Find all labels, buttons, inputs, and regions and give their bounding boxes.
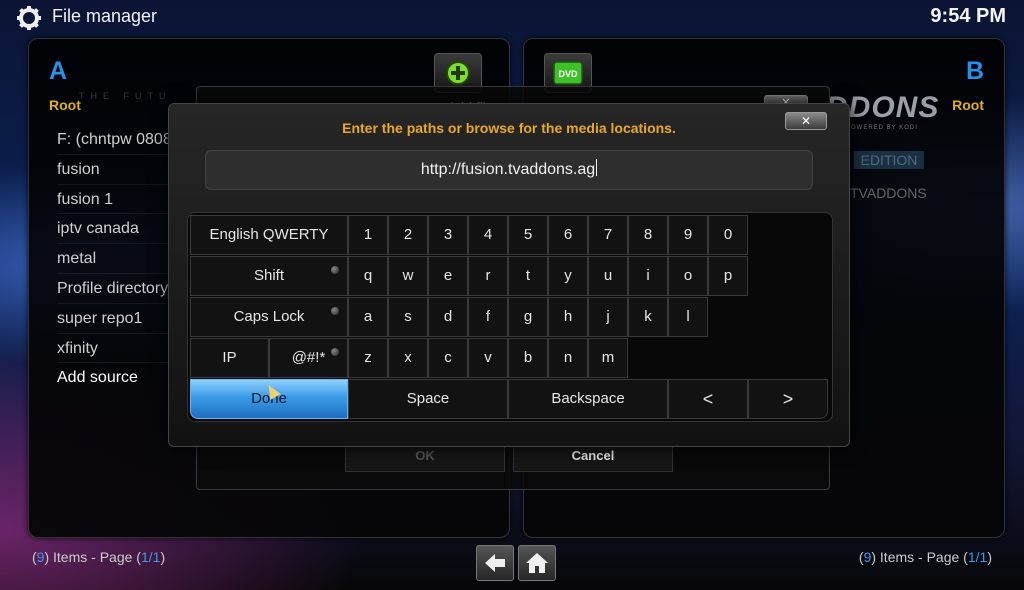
app-title: File manager	[52, 6, 158, 26]
key-w[interactable]: w	[388, 256, 428, 296]
key-m[interactable]: m	[588, 338, 628, 378]
shift-indicator-icon	[331, 266, 339, 274]
key-q[interactable]: q	[348, 256, 388, 296]
home-icon	[526, 553, 548, 573]
key-d[interactable]: d	[428, 297, 468, 337]
key-2[interactable]: 2	[388, 215, 428, 255]
key-1[interactable]: 1	[348, 215, 388, 255]
key-8[interactable]: 8	[628, 215, 668, 255]
caps-lock-key[interactable]: Caps Lock	[190, 297, 348, 337]
items-page-label: Items - Page	[53, 549, 133, 565]
path-input-value: http://fusion.tvaddons.ag	[420, 161, 596, 178]
page-indicator: 1/1	[140, 549, 161, 565]
item-count: 9	[36, 549, 45, 565]
top-bar: File manager 9:54 PM	[0, 0, 1024, 34]
key-j[interactable]: j	[588, 297, 628, 337]
keyboard-close-button[interactable]: ✕	[785, 112, 827, 130]
key-h[interactable]: h	[548, 297, 588, 337]
key-0[interactable]: 0	[708, 215, 748, 255]
clock: 9:54 PM	[930, 5, 1006, 27]
symbols-key[interactable]: @#!*	[269, 338, 348, 378]
key-f[interactable]: f	[468, 297, 508, 337]
path-input[interactable]: http://fusion.tvaddons.ag	[205, 150, 813, 190]
shift-key[interactable]: Shift	[190, 256, 348, 296]
key-o[interactable]: o	[668, 256, 708, 296]
shift-key-label: Shift	[253, 267, 284, 284]
items-page-label: Items - Page	[879, 549, 960, 565]
key-i[interactable]: i	[628, 256, 668, 296]
key-x[interactable]: x	[388, 338, 428, 378]
pane-letter-b: B	[965, 57, 984, 85]
key-l[interactable]: l	[668, 297, 708, 337]
key-v[interactable]: v	[468, 338, 508, 378]
text-caret	[596, 159, 598, 176]
pane-root-label: Root	[952, 97, 984, 113]
keyboard: English QWERTY 1 2 3 4 5 6 7 8 9 0 Shift…	[187, 212, 833, 422]
key-5[interactable]: 5	[508, 215, 548, 255]
key-a[interactable]: a	[348, 297, 388, 337]
key-n[interactable]: n	[548, 338, 588, 378]
symbols-indicator-icon	[331, 348, 339, 356]
svg-text:DVD: DVD	[558, 69, 578, 79]
back-button[interactable]	[476, 545, 514, 581]
key-7[interactable]: 7	[588, 215, 628, 255]
key-p[interactable]: p	[708, 256, 748, 296]
space-key[interactable]: Space	[348, 379, 508, 419]
cursor-right-key[interactable]: >	[748, 379, 828, 419]
key-c[interactable]: c	[428, 338, 468, 378]
key-6[interactable]: 6	[548, 215, 588, 255]
key-e[interactable]: e	[428, 256, 468, 296]
key-b[interactable]: b	[508, 338, 548, 378]
right-pane-footer: (9) Items - Page (1/1)	[858, 549, 992, 565]
key-s[interactable]: s	[388, 297, 428, 337]
key-z[interactable]: z	[348, 338, 388, 378]
layout-key[interactable]: English QWERTY	[190, 215, 348, 255]
background-watermark: THE FUTU	[79, 91, 172, 101]
back-arrow-icon	[485, 554, 505, 572]
left-pane-footer: (9) Items - Page (1/1)	[32, 549, 166, 565]
backspace-key[interactable]: Backspace	[508, 379, 668, 419]
key-t[interactable]: t	[508, 256, 548, 296]
key-9[interactable]: 9	[668, 215, 708, 255]
pane-root-label: Root	[49, 97, 81, 113]
page-indicator: 1/1	[967, 549, 988, 565]
logo-subtitle: POWERED BY KODI	[846, 125, 918, 131]
key-4[interactable]: 4	[468, 215, 508, 255]
caps-lock-key-label: Caps Lock	[233, 308, 305, 325]
cursor-left-key[interactable]: <	[668, 379, 748, 419]
brand-label: TVADDONS	[850, 185, 927, 201]
gear-icon	[17, 6, 41, 30]
ip-key[interactable]: IP	[190, 338, 269, 378]
keyboard-heading: Enter the paths or browse for the media …	[342, 120, 676, 136]
key-3[interactable]: 3	[428, 215, 468, 255]
edition-label: EDITION	[854, 151, 924, 169]
item-count: 9	[863, 549, 872, 565]
symbols-key-label: @#!*	[291, 349, 326, 366]
key-g[interactable]: g	[508, 297, 548, 337]
key-r[interactable]: r	[468, 256, 508, 296]
key-y[interactable]: y	[548, 256, 588, 296]
key-k[interactable]: k	[628, 297, 668, 337]
pane-letter-a: A	[49, 57, 68, 85]
caps-lock-indicator-icon	[331, 307, 339, 315]
home-button[interactable]	[518, 545, 556, 581]
key-u[interactable]: u	[588, 256, 628, 296]
